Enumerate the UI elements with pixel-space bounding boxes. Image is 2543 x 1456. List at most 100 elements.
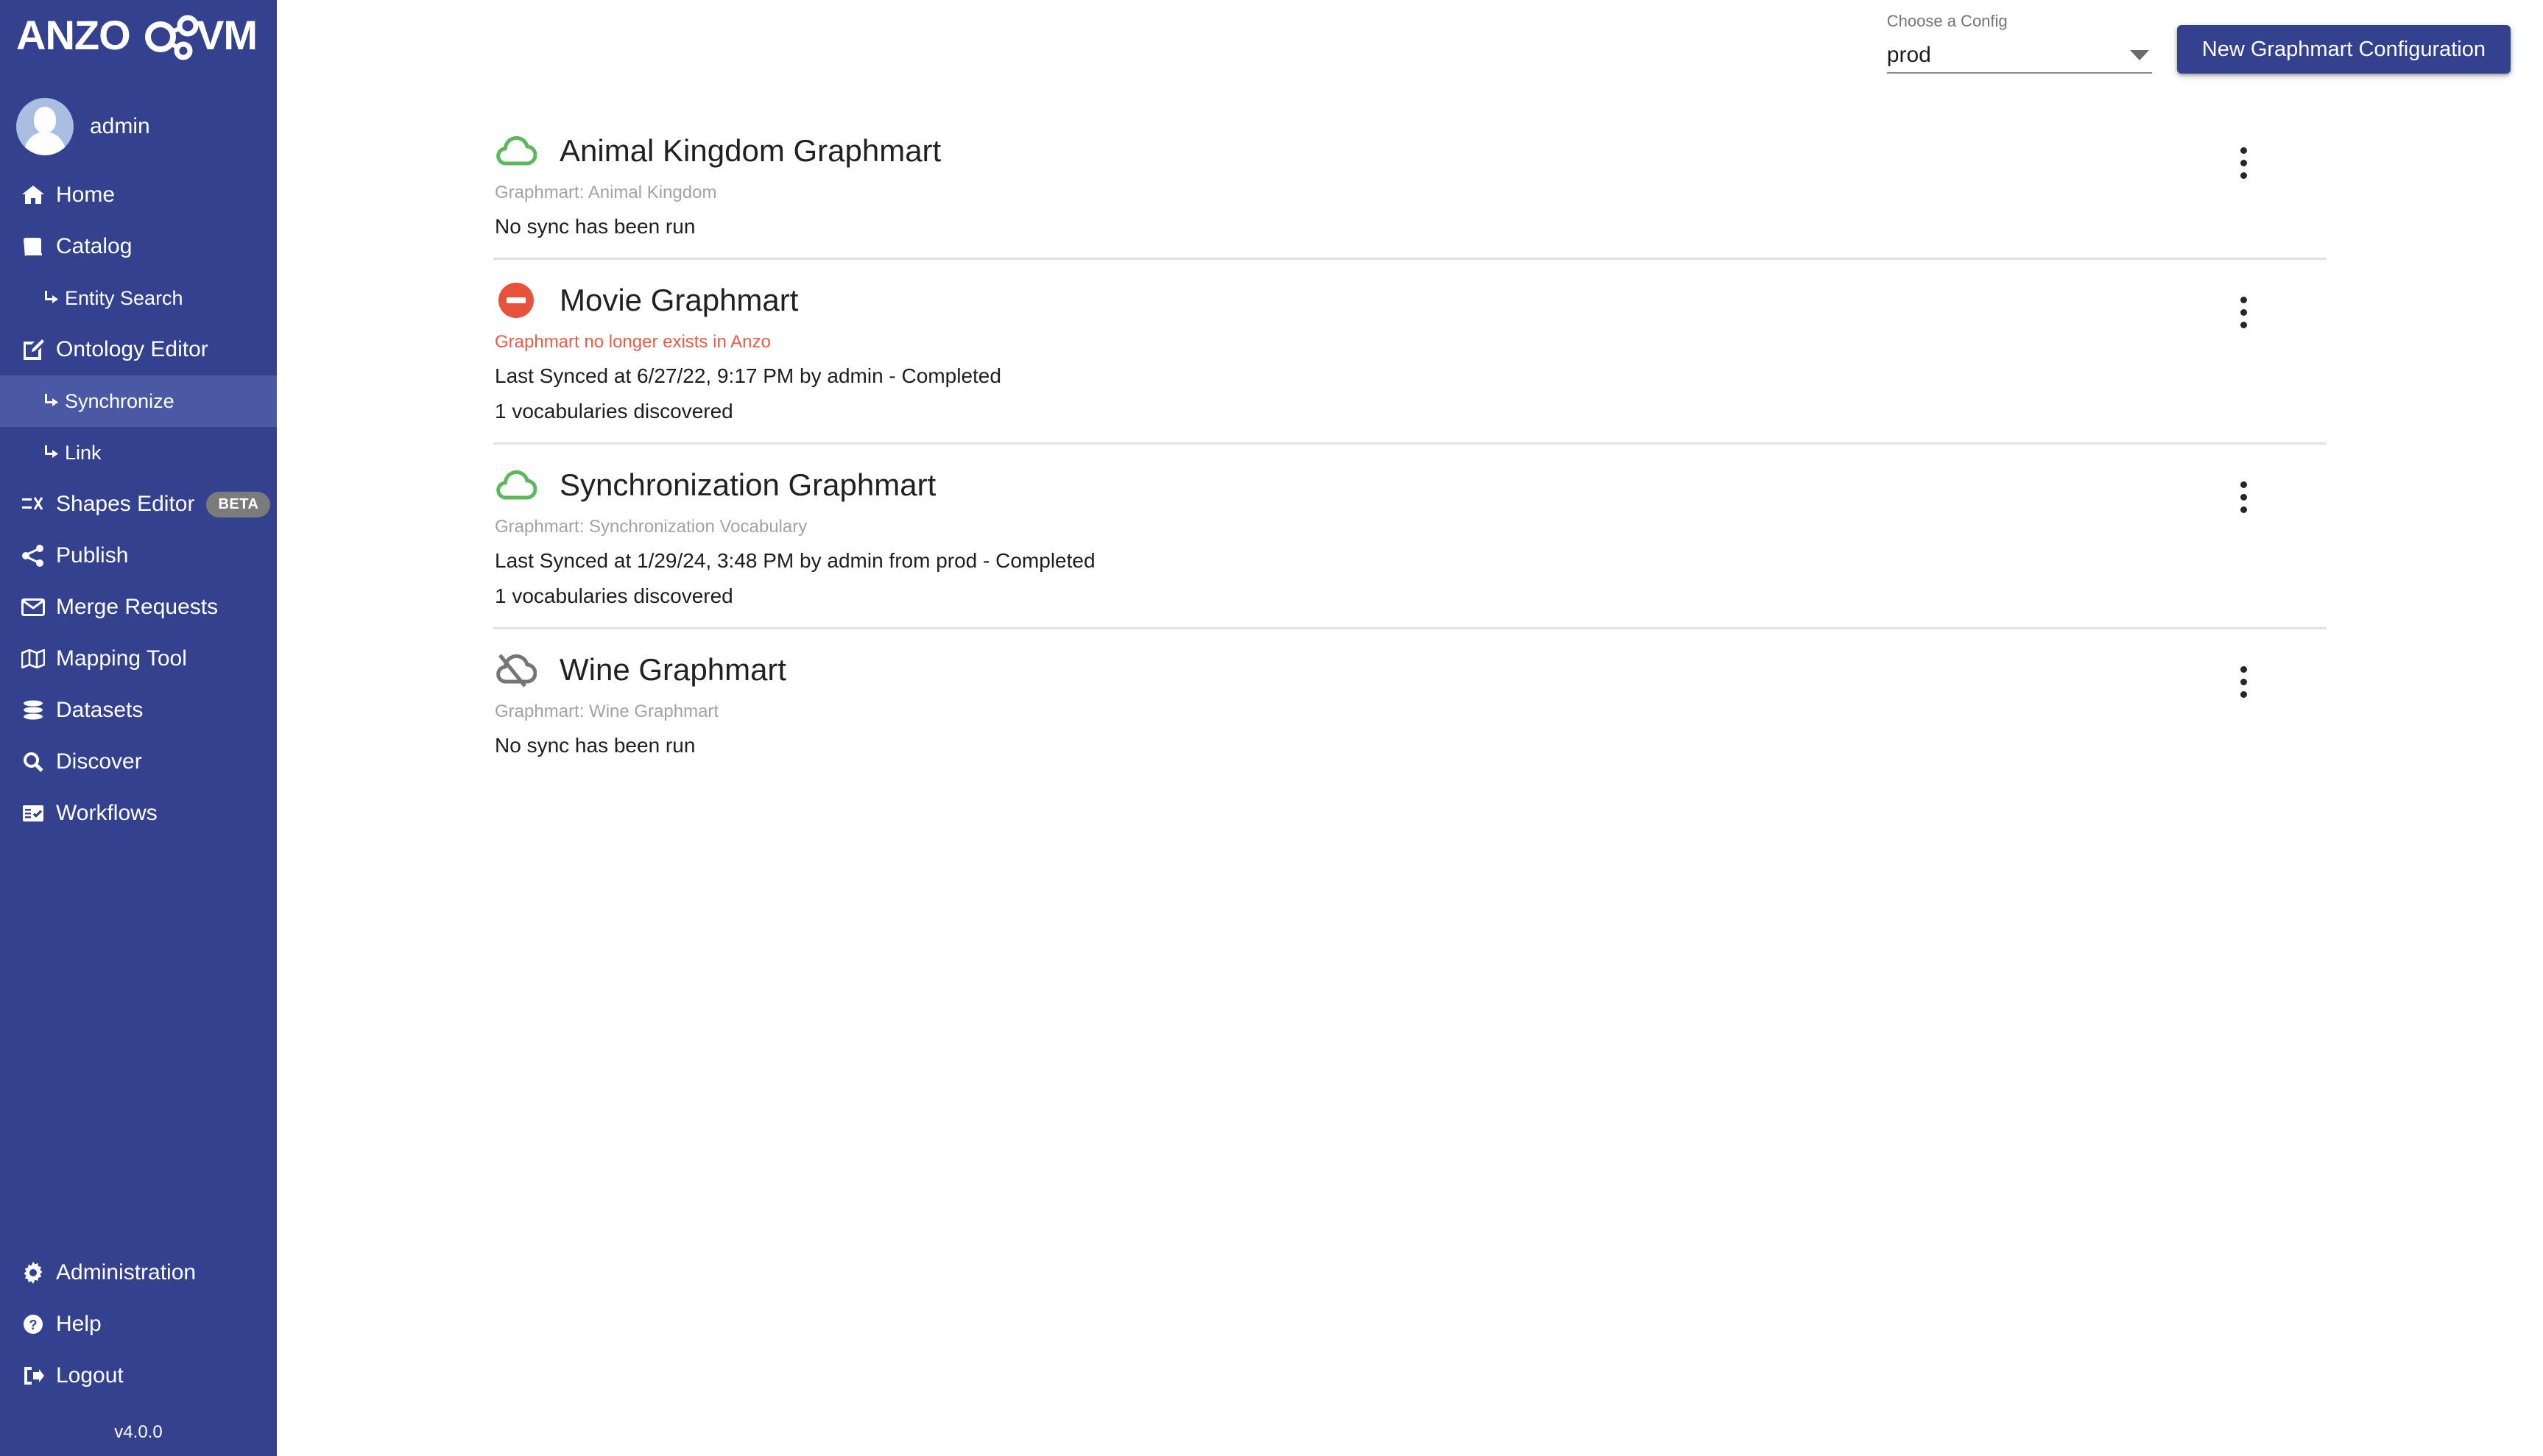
sidebar-item-label: Administration bbox=[56, 1260, 197, 1284]
sidebar-item-label: Mapping Tool bbox=[56, 646, 187, 671]
minus-circle-red-icon bbox=[493, 278, 539, 323]
graphmart-header: Wine Graphmart bbox=[493, 647, 2327, 693]
sidebar-item-workflows[interactable]: Workflows bbox=[0, 788, 277, 839]
checklist-icon bbox=[21, 801, 46, 826]
sidebar-nav: Home Catalog Entity Search Ontology Edit… bbox=[0, 169, 277, 839]
more-vertical-icon[interactable] bbox=[2223, 292, 2263, 332]
config-field: Choose a Config prod bbox=[1886, 12, 2152, 74]
more-vertical-icon[interactable] bbox=[2223, 477, 2263, 517]
sidebar-item-ontology-editor[interactable]: Ontology Editor bbox=[0, 324, 277, 375]
share-icon bbox=[21, 543, 46, 568]
sidebar-item-help[interactable]: ? Help bbox=[0, 1298, 277, 1350]
graphmart-status-line: Last Synced at 6/27/22, 9:17 PM by admin… bbox=[495, 364, 1001, 387]
main-content: Choose a Config prod New Graphmart Confi… bbox=[277, 0, 2543, 1456]
sidebar-item-discover[interactable]: Discover bbox=[0, 736, 277, 788]
graphmart-header: Movie Graphmart bbox=[493, 278, 2327, 323]
graphmart-row[interactable]: Wine Graphmart Graphmart: Wine Graphmart… bbox=[493, 629, 2327, 777]
cloud-green-icon bbox=[493, 462, 539, 508]
app-logo[interactable]: ANZO VM bbox=[0, 0, 277, 75]
sidebar-item-shapes-editor[interactable]: Shapes Editor BETA bbox=[0, 478, 277, 530]
sidebar-item-label: Entity Search bbox=[65, 286, 183, 309]
graphmart-title: Animal Kingdom Graphmart bbox=[560, 133, 942, 168]
status-badge: BETA bbox=[206, 491, 271, 517]
more-vertical-icon[interactable] bbox=[2223, 143, 2263, 183]
book-icon bbox=[21, 234, 46, 259]
envelope-icon bbox=[21, 595, 46, 620]
sidebar-item-datasets[interactable]: Datasets bbox=[0, 685, 277, 736]
graphmart-list: Animal Kingdom Graphmart Graphmart: Anim… bbox=[493, 110, 2327, 777]
svg-text:ANZO: ANZO bbox=[16, 15, 130, 58]
app-version: v4.0.0 bbox=[114, 1422, 163, 1442]
user-name: admin bbox=[90, 114, 150, 138]
sidebar-item-entity-search[interactable]: Entity Search bbox=[0, 272, 277, 324]
toolbar: Choose a Config prod New Graphmart Confi… bbox=[1886, 12, 2511, 74]
sidebar: ANZO VM admin Home Catalog Entity Search… bbox=[0, 0, 277, 1456]
sidebar-item-label: Help bbox=[56, 1312, 102, 1336]
logout-icon bbox=[21, 1363, 46, 1388]
arrow-branch-icon bbox=[41, 286, 60, 311]
avatar-body bbox=[24, 132, 66, 155]
sidebar-item-mapping-tool[interactable]: Mapping Tool bbox=[0, 633, 277, 685]
graphmart-status-line: Last Synced at 1/29/24, 3:48 PM by admin… bbox=[495, 549, 1096, 572]
graphmart-status-line: No sync has been run bbox=[495, 734, 696, 757]
cloud-green-icon bbox=[493, 128, 539, 174]
sidebar-item-label: Home bbox=[56, 183, 116, 207]
arrow-branch-icon bbox=[41, 440, 60, 465]
chevron-down-icon bbox=[2129, 50, 2149, 60]
sidebar-item-label: Logout bbox=[56, 1363, 124, 1388]
sidebar-item-label: Catalog bbox=[56, 234, 133, 258]
graphmart-header: Animal Kingdom Graphmart bbox=[493, 128, 2327, 174]
edit-square-icon bbox=[21, 337, 46, 362]
svg-text:VM: VM bbox=[197, 15, 257, 58]
sidebar-item-label: Merge Requests bbox=[56, 595, 219, 619]
graphmart-subtitle: Graphmart: Wine Graphmart bbox=[495, 702, 719, 721]
graphmart-vocab-line: 1 vocabularies discovered bbox=[495, 584, 733, 607]
database-icon bbox=[21, 698, 46, 723]
arrow-branch-icon bbox=[41, 389, 60, 414]
sidebar-item-link[interactable]: Link bbox=[0, 427, 277, 478]
sidebar-bottom-nav: Administration ? Help Logout v4.0.0 bbox=[0, 1247, 277, 1456]
config-select[interactable]: prod bbox=[1886, 38, 2152, 74]
config-label: Choose a Config bbox=[1886, 12, 2008, 30]
avatar bbox=[16, 98, 74, 155]
sidebar-item-label: Publish bbox=[56, 543, 129, 568]
graphmart-title: Movie Graphmart bbox=[560, 283, 799, 317]
search-icon bbox=[21, 749, 46, 774]
graphmart-status-line: No sync has been run bbox=[495, 215, 696, 238]
sidebar-item-merge-requests[interactable]: Merge Requests bbox=[0, 582, 277, 633]
sidebar-item-synchronize[interactable]: Synchronize bbox=[0, 375, 277, 427]
sidebar-item-administration[interactable]: Administration bbox=[0, 1247, 277, 1298]
sidebar-item-label: Synchronize bbox=[65, 389, 174, 412]
sidebar-item-publish[interactable]: Publish bbox=[0, 530, 277, 582]
sidebar-item-label: Link bbox=[65, 441, 102, 464]
sidebar-item-label: Discover bbox=[56, 749, 142, 774]
config-selected-value: prod bbox=[1886, 43, 1931, 67]
graphmart-title: Wine Graphmart bbox=[560, 652, 787, 687]
shapes-icon bbox=[21, 492, 46, 517]
sidebar-item-logout[interactable]: Logout bbox=[0, 1350, 277, 1402]
sidebar-item-home[interactable]: Home bbox=[0, 169, 277, 221]
graphmart-subtitle: Graphmart no longer exists in Anzo bbox=[495, 332, 771, 352]
graphmart-row[interactable]: Synchronization Graphmart Graphmart: Syn… bbox=[493, 445, 2327, 629]
sidebar-item-catalog[interactable]: Catalog bbox=[0, 221, 277, 272]
sidebar-item-label: Ontology Editor bbox=[56, 337, 208, 361]
graphmart-header: Synchronization Graphmart bbox=[493, 462, 2327, 508]
sidebar-item-label: Shapes Editor bbox=[56, 492, 195, 516]
graphmart-subtitle: Graphmart: Animal Kingdom bbox=[495, 183, 717, 202]
graphmart-row[interactable]: Animal Kingdom Graphmart Graphmart: Anim… bbox=[493, 110, 2327, 260]
svg-text:?: ? bbox=[29, 1318, 38, 1332]
sidebar-item-label: Datasets bbox=[56, 698, 144, 722]
sidebar-item-label: Workflows bbox=[56, 801, 158, 825]
help-icon: ? bbox=[21, 1312, 46, 1337]
map-icon bbox=[21, 646, 46, 671]
graphmart-title: Synchronization Graphmart bbox=[560, 467, 937, 502]
anzo-vm-logo-icon: ANZO VM bbox=[16, 15, 258, 60]
home-icon bbox=[21, 183, 46, 208]
avatar-head bbox=[34, 107, 56, 133]
gear-icon bbox=[21, 1260, 46, 1285]
new-graphmart-configuration-button[interactable]: New Graphmart Configuration bbox=[2176, 25, 2511, 74]
graphmart-row[interactable]: Movie Graphmart Graphmart no longer exis… bbox=[493, 260, 2327, 445]
more-vertical-icon[interactable] bbox=[2223, 662, 2263, 702]
cloud-off-gray-icon bbox=[493, 647, 539, 693]
user-profile[interactable]: admin bbox=[0, 75, 277, 162]
